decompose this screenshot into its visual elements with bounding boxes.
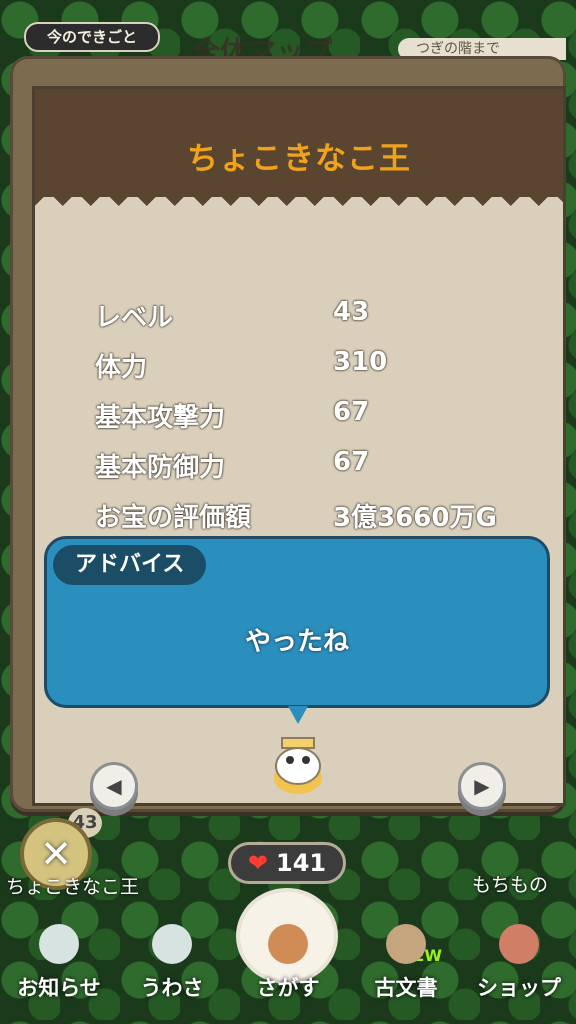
stat-label: 基本防御力: [95, 453, 226, 483]
stats-list: レベル 43 体力 310 基本攻撃力 67 基本防御力 67 お宝の評価額 3…: [95, 297, 565, 547]
stat-label: お宝の評価額: [95, 503, 252, 533]
advice-tag: アドバイス: [53, 545, 207, 585]
nav-notice[interactable]: お知らせ: [14, 924, 104, 1002]
character-name-title: ちょこきなこ王: [187, 141, 411, 177]
treasure-search-icon: [268, 924, 308, 964]
triangle-right-icon: ▶: [474, 774, 490, 798]
stat-value: 67: [333, 447, 370, 477]
notice-icon: [39, 924, 79, 964]
nav-search[interactable]: さがす: [248, 924, 328, 1002]
hp-indicator: ❤ 141: [228, 842, 346, 884]
nav-label: お知らせ: [17, 976, 101, 1000]
nav-archive[interactable]: 古文書: [366, 924, 446, 1002]
next-character-button[interactable]: ▶: [458, 762, 506, 810]
stat-row-hp: 体力 310: [95, 347, 565, 397]
stat-value: 310: [333, 347, 388, 377]
nav-label: 古文書: [374, 976, 438, 1000]
king-avatar-icon: [274, 737, 322, 794]
stat-label: レベル: [95, 303, 174, 333]
inventory-label[interactable]: もちもの: [472, 870, 548, 897]
stat-value: 67: [333, 397, 370, 427]
advice-text: やったね: [244, 627, 349, 657]
character-name-tag: ちょこきなこ王: [6, 876, 140, 898]
status-header: ちょこきなこ王: [35, 89, 563, 211]
stat-label: 体力: [95, 353, 148, 383]
close-x-icon: ✕: [40, 832, 72, 876]
advice-bubble: アドバイス やったね: [44, 536, 550, 708]
hp-value: 141: [276, 849, 327, 877]
nav-shop[interactable]: ショップ: [474, 924, 564, 1002]
nav-label: うわさ: [140, 976, 204, 1000]
bottom-navigation: お知らせ うわさ さがす 古文書 ショップ: [0, 904, 576, 1024]
prev-character-button[interactable]: ◀: [90, 762, 138, 810]
nav-label: ショップ: [477, 976, 561, 1000]
stat-row-level: レベル 43: [95, 297, 565, 347]
stat-value: 3億3660万G: [333, 503, 497, 533]
shop-icon: [499, 924, 539, 964]
stat-row-defense: 基本防御力 67: [95, 447, 565, 497]
chat-icon: [152, 924, 192, 964]
stat-value: 43: [333, 297, 370, 327]
character-status-modal: ちょこきなこ王 レベル 43 体力 310 基本攻撃力 67 基本防御力 67 …: [10, 56, 566, 812]
advice-tail: [288, 706, 308, 724]
nav-label: さがす: [256, 976, 320, 1000]
heart-icon: ❤: [247, 849, 268, 877]
event-tag: 今のできごと: [24, 22, 160, 52]
stat-row-attack: 基本攻撃力 67: [95, 397, 565, 447]
nav-rumor[interactable]: うわさ: [132, 924, 212, 1002]
stat-label: 基本攻撃力: [95, 403, 226, 433]
scroll-icon: [386, 924, 426, 964]
triangle-left-icon: ◀: [106, 774, 122, 798]
